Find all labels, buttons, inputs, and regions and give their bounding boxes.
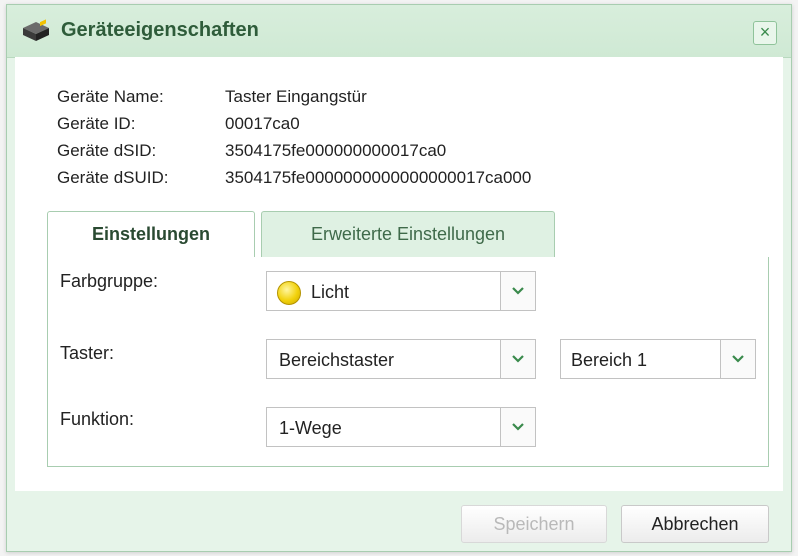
settings-panel: Farbgruppe: Licht Taster: Bereichstaster… bbox=[47, 257, 769, 467]
chevron-down-icon[interactable] bbox=[500, 272, 535, 310]
close-button[interactable]: × bbox=[753, 21, 777, 45]
color-dot-icon bbox=[277, 281, 301, 305]
info-row-dsuid: Geräte dSUID: 3504175fe00000000000000000… bbox=[57, 168, 531, 195]
tab-strip: Einstellungen Erweiterte Einstellungen bbox=[47, 211, 769, 258]
chevron-down-icon[interactable] bbox=[720, 340, 755, 378]
farbgruppe-select[interactable]: Licht bbox=[266, 271, 536, 311]
tab-einstellungen[interactable]: Einstellungen bbox=[47, 211, 255, 258]
farbgruppe-label: Farbgruppe: bbox=[60, 271, 159, 291]
info-row-name: Geräte Name: Taster Eingangstür bbox=[57, 87, 531, 114]
taster-value: Bereichstaster bbox=[279, 350, 395, 370]
cancel-button[interactable]: Abbrechen bbox=[621, 505, 769, 543]
info-value: 3504175fe000000000017ca0 bbox=[225, 141, 447, 160]
info-value: 3504175fe0000000000000000017ca000 bbox=[225, 168, 532, 187]
close-icon: × bbox=[759, 22, 771, 42]
taster-label: Taster: bbox=[60, 343, 115, 363]
dialog-footer: Speichern Abbrechen bbox=[7, 491, 791, 553]
info-value: Taster Eingangstür bbox=[225, 87, 367, 106]
dialog-titlebar[interactable]: Geräteeigenschaften × bbox=[7, 5, 791, 58]
info-row-dsid: Geräte dSID: 3504175fe000000000017ca0 bbox=[57, 141, 531, 168]
info-label: Geräte dSUID: bbox=[57, 168, 169, 187]
info-label: Geräte Name: bbox=[57, 87, 164, 106]
funktion-label: Funktion: bbox=[60, 409, 135, 429]
tab-erweiterte-einstellungen[interactable]: Erweiterte Einstellungen bbox=[261, 211, 555, 257]
info-label: Geräte ID: bbox=[57, 114, 136, 133]
save-button[interactable]: Speichern bbox=[461, 505, 607, 543]
farbgruppe-value: Licht bbox=[311, 282, 350, 302]
chevron-down-icon[interactable] bbox=[500, 340, 535, 378]
info-row-id: Geräte ID: 00017ca0 bbox=[57, 114, 531, 141]
info-label: Geräte dSID: bbox=[57, 141, 157, 160]
bereich-select[interactable]: Bereich 1 bbox=[560, 339, 756, 379]
bereich-value: Bereich 1 bbox=[571, 350, 648, 370]
chevron-down-icon[interactable] bbox=[500, 408, 535, 446]
info-value: 00017ca0 bbox=[225, 114, 300, 133]
dialog-title: Geräteeigenschaften bbox=[61, 19, 259, 41]
dialog-content: Geräte Name: Taster Eingangstür Geräte I… bbox=[15, 57, 783, 491]
funktion-value: 1-Wege bbox=[279, 418, 342, 438]
funktion-select[interactable]: 1-Wege bbox=[266, 407, 536, 447]
device-info: Geräte Name: Taster Eingangstür Geräte I… bbox=[57, 87, 531, 195]
taster-select[interactable]: Bereichstaster bbox=[266, 339, 536, 379]
device-properties-dialog: Geräteeigenschaften × Geräte Name: Taste… bbox=[6, 4, 792, 552]
device-icon bbox=[21, 19, 51, 43]
